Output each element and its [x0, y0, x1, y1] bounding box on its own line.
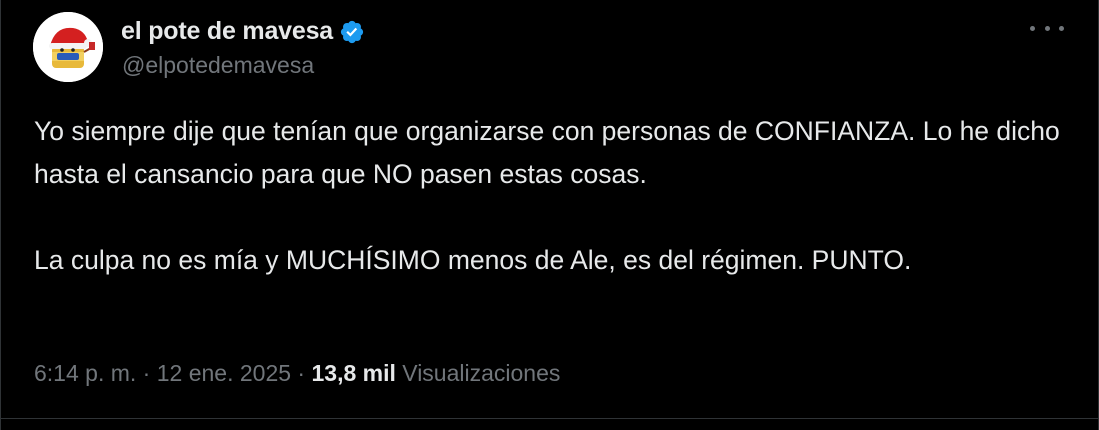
post-time[interactable]: 6:14 p. m.	[34, 360, 136, 387]
author-display-name[interactable]: el pote de mavesa	[121, 17, 333, 46]
views-count: 13,8 mil	[311, 360, 396, 386]
more-dot-icon	[1044, 25, 1050, 31]
post-text: Yo siempre dije que tenían que organizar…	[34, 110, 1074, 282]
post-paragraph: La culpa no es mía y MUCHÍSIMO menos de …	[34, 245, 912, 275]
avatar[interactable]	[33, 12, 103, 82]
meta-separator: ·	[136, 360, 157, 386]
author-handle[interactable]: @elpotedemavesa	[122, 52, 314, 79]
views-label: Visualizaciones	[402, 360, 561, 386]
meta-separator: ·	[291, 360, 312, 386]
post-paragraph: Yo siempre dije que tenían que organizar…	[34, 116, 1060, 189]
verified-badge-icon[interactable]	[339, 19, 365, 45]
avatar-image	[33, 12, 103, 82]
more-dot-icon	[1059, 25, 1064, 31]
post-meta: 6:14 p. m. · 12 ene. 2025 · 13,8 mil Vis…	[34, 360, 560, 387]
more-dot-icon	[1030, 25, 1035, 31]
post-date[interactable]: 12 ene. 2025	[157, 360, 291, 387]
divider	[1, 418, 1098, 419]
tweet-card: el pote de mavesa @elpotedemavesa Yo sie…	[0, 0, 1099, 430]
author-name-row: el pote de mavesa	[121, 13, 365, 49]
more-options-icon[interactable]	[1030, 16, 1064, 40]
